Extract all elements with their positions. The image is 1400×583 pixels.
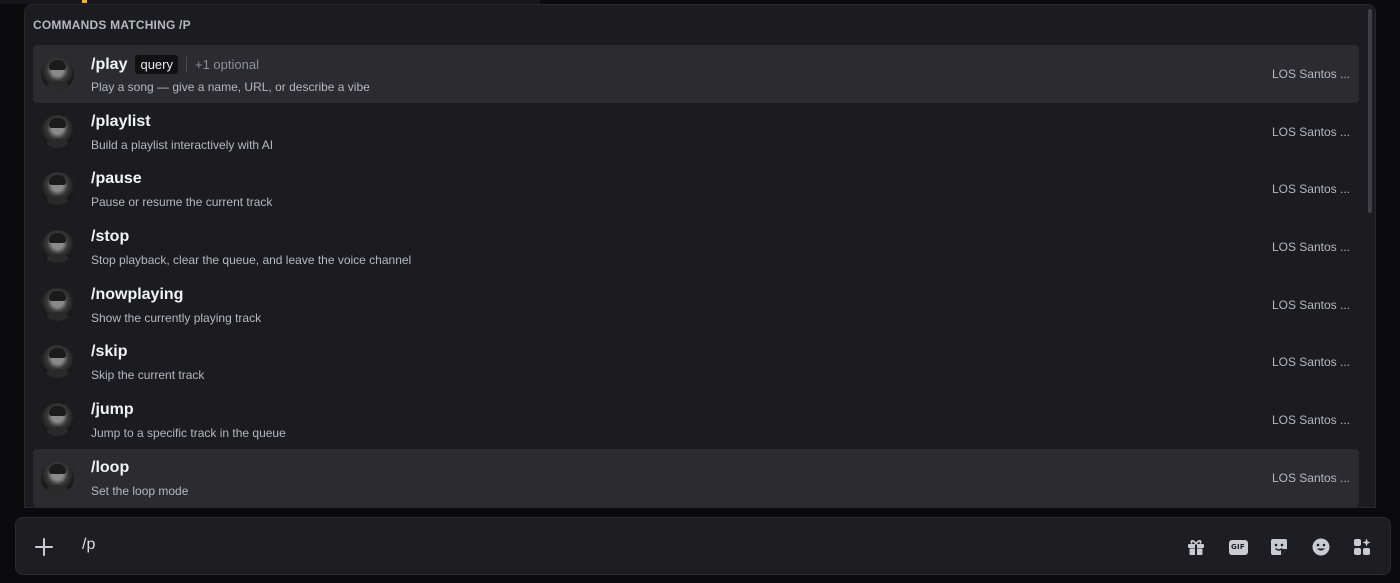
command-param-chip[interactable]: query xyxy=(135,55,178,74)
command-title: /loop xyxy=(91,459,129,477)
command-source: LOS Santos ... xyxy=(1271,355,1350,370)
bot-avatar xyxy=(41,57,74,90)
gif-button[interactable]: GIF xyxy=(1227,536,1249,558)
command-description: Skip the current track xyxy=(91,368,205,383)
command-row-pause[interactable]: /pause Pause or resume the current track… xyxy=(33,160,1359,218)
apps-icon xyxy=(1354,538,1371,555)
command-description: Show the currently playing track xyxy=(91,310,262,325)
command-source: LOS Santos ... xyxy=(1271,67,1350,81)
command-autocomplete: COMMANDS MATCHING /P /play query +1 opti… xyxy=(24,4,1376,508)
command-name: /play xyxy=(91,55,128,73)
command-name: /nowplaying xyxy=(91,285,184,303)
emoji-icon xyxy=(1312,538,1330,556)
command-title: /nowplaying xyxy=(91,286,183,304)
command-description: Play a song — give a name, URL, or descr… xyxy=(91,80,370,94)
command-source: LOS Santos ... xyxy=(1271,124,1350,139)
command-row-skip[interactable]: /skip Skip the current track LOS Santos … xyxy=(33,333,1359,391)
command-row-play[interactable]: /play query +1 optional Play a song — gi… xyxy=(33,45,1359,103)
command-name: /pause xyxy=(91,170,142,188)
command-description: Set the loop mode xyxy=(91,483,189,498)
command-name: /stop xyxy=(91,228,130,246)
command-source: LOS Santos ... xyxy=(1271,297,1350,312)
command-name: /playlist xyxy=(91,112,151,130)
command-source: LOS Santos ... xyxy=(1271,240,1350,255)
chat-view: COMMANDS MATCHING /P /play query +1 opti… xyxy=(0,0,1400,583)
bot-avatar xyxy=(41,114,74,148)
accent-marker xyxy=(82,0,87,3)
bot-avatar xyxy=(41,287,74,321)
command-row-loop[interactable]: /loop Set the loop mode LOS Santos ... xyxy=(33,448,1359,507)
message-input[interactable]: /p xyxy=(82,536,95,554)
command-name: /jump xyxy=(91,401,134,419)
add-attachment-button[interactable] xyxy=(32,535,56,559)
command-row-playlist[interactable]: /playlist Build a playlist interactively… xyxy=(33,103,1359,161)
gif-icon: GIF xyxy=(1228,539,1248,555)
command-name: /loop xyxy=(91,458,130,476)
autocomplete-scrollbar[interactable] xyxy=(1368,9,1372,213)
command-description: Jump to a specific track in the queue xyxy=(91,426,286,441)
command-row-stop[interactable]: /stop Stop playback, clear the queue, an… xyxy=(33,218,1359,276)
bot-avatar xyxy=(41,345,74,379)
message-composer: /p GIF xyxy=(15,517,1391,575)
bot-avatar xyxy=(41,403,74,437)
command-list: /play query +1 optional Play a song — gi… xyxy=(33,45,1359,507)
plus-icon xyxy=(35,538,53,556)
sticker-button[interactable] xyxy=(1268,536,1290,558)
emoji-button[interactable] xyxy=(1310,536,1332,558)
command-description: Build a playlist interactively with AI xyxy=(91,137,274,152)
bot-avatar xyxy=(41,172,74,206)
optional-params-label: +1 optional xyxy=(195,57,259,72)
command-row-jump[interactable]: /jump Jump to a specific track in the qu… xyxy=(33,391,1359,449)
bot-avatar xyxy=(41,230,74,264)
gift-icon xyxy=(1188,540,1204,555)
command-title: /pause xyxy=(91,170,142,188)
command-row-nowplaying[interactable]: /nowplaying Show the currently playing t… xyxy=(33,276,1359,334)
command-source: LOS Santos ... xyxy=(1271,413,1350,428)
command-source: LOS Santos ... xyxy=(1271,470,1350,485)
command-description: Pause or resume the current track xyxy=(91,195,273,210)
command-title: /play query +1 optional xyxy=(91,55,259,74)
apps-button[interactable] xyxy=(1351,536,1373,558)
command-title: /jump xyxy=(91,401,134,419)
command-title: /skip xyxy=(91,343,127,361)
command-description: Stop playback, clear the queue, and leav… xyxy=(91,253,412,268)
gift-button[interactable] xyxy=(1185,536,1207,558)
command-title: /playlist xyxy=(91,113,151,131)
command-name: /skip xyxy=(91,343,128,361)
param-divider xyxy=(186,56,187,73)
command-title: /stop xyxy=(91,228,129,246)
autocomplete-header: COMMANDS MATCHING /P xyxy=(33,18,191,32)
command-source: LOS Santos ... xyxy=(1271,182,1350,197)
sticker-icon xyxy=(1271,539,1287,555)
bot-avatar xyxy=(41,460,74,494)
